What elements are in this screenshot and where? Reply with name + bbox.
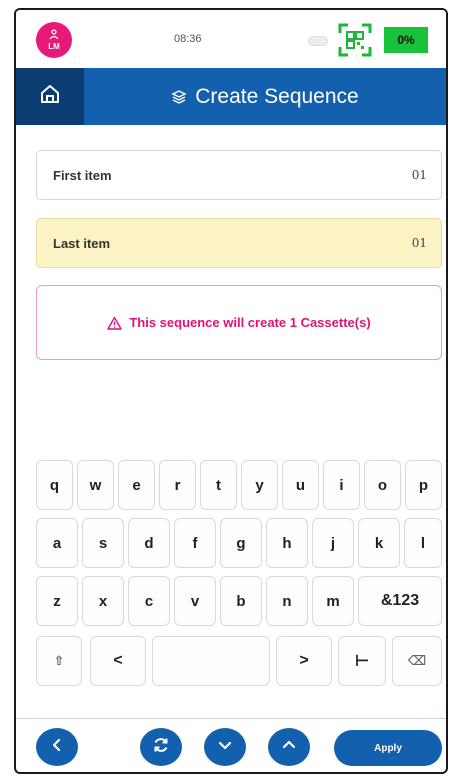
warning-triangle-icon <box>107 316 123 330</box>
cassette-alert: This sequence will create 1 Cassette(s) <box>36 285 442 360</box>
refresh-button[interactable] <box>140 728 182 766</box>
key-cursor-left[interactable]: < <box>90 636 146 686</box>
first-item-value: 01 <box>411 168 427 182</box>
key-h[interactable]: h <box>266 518 308 568</box>
title-bar: Create Sequence <box>16 68 446 125</box>
key-m[interactable]: m <box>312 576 354 626</box>
battery-indicator: 0% <box>384 27 428 53</box>
key-g[interactable]: g <box>220 518 262 568</box>
last-item-label: Last item <box>53 235 111 251</box>
key-tab[interactable]: ⊢ <box>338 636 386 686</box>
key-e[interactable]: e <box>118 460 155 510</box>
key-cursor-right[interactable]: > <box>276 636 332 686</box>
key-c[interactable]: c <box>128 576 170 626</box>
key-t[interactable]: t <box>200 460 237 510</box>
home-icon <box>39 83 61 110</box>
key-symbols[interactable]: &123 <box>358 576 442 626</box>
key-k[interactable]: k <box>358 518 400 568</box>
key-r[interactable]: r <box>159 460 196 510</box>
key-s[interactable]: s <box>82 518 124 568</box>
key-z[interactable]: z <box>36 576 78 626</box>
key-u[interactable]: u <box>282 460 319 510</box>
page-title-text: Create Sequence <box>195 84 359 108</box>
key-b[interactable]: b <box>220 576 262 626</box>
first-item-label: First item <box>53 167 112 183</box>
clock: 08:36 <box>174 33 202 45</box>
first-item-field[interactable]: First item 01 <box>36 150 442 200</box>
key-w[interactable]: w <box>77 460 114 510</box>
alert-message: This sequence will create 1 Cassette(s) <box>129 315 371 330</box>
key-p[interactable]: p <box>405 460 442 510</box>
qr-scan-icon[interactable] <box>338 23 372 57</box>
user-icon <box>49 29 59 42</box>
key-q[interactable]: q <box>36 460 73 510</box>
key-space[interactable] <box>152 636 270 686</box>
key-shift[interactable]: ⇧ <box>36 636 82 686</box>
key-y[interactable]: y <box>241 460 278 510</box>
key-l[interactable]: l <box>404 518 442 568</box>
page-title: Create Sequence <box>84 68 446 125</box>
key-backspace[interactable]: ⌫ <box>392 636 442 686</box>
key-x[interactable]: x <box>82 576 124 626</box>
key-v[interactable]: v <box>174 576 216 626</box>
apply-button[interactable]: Apply <box>334 730 442 766</box>
back-button[interactable] <box>36 728 78 766</box>
key-o[interactable]: o <box>364 460 401 510</box>
chevron-up-icon <box>282 738 296 757</box>
move-down-button[interactable] <box>204 728 246 766</box>
user-initials: LM <box>48 42 60 51</box>
key-f[interactable]: f <box>174 518 216 568</box>
home-button[interactable] <box>16 68 84 125</box>
bottom-divider <box>16 718 446 719</box>
layers-icon <box>171 89 187 105</box>
last-item-value: 01 <box>411 236 427 250</box>
last-item-field[interactable]: Last item 01 <box>36 218 442 268</box>
key-i[interactable]: i <box>323 460 360 510</box>
user-avatar[interactable]: LM <box>36 22 72 58</box>
key-a[interactable]: a <box>36 518 78 568</box>
status-bar: LM 08:36 0% <box>16 10 446 68</box>
connection-indicator <box>308 36 328 46</box>
chevron-down-icon <box>218 738 232 757</box>
refresh-icon <box>152 736 170 759</box>
move-up-button[interactable] <box>268 728 310 766</box>
chevron-left-icon <box>50 738 64 757</box>
key-j[interactable]: j <box>312 518 354 568</box>
key-d[interactable]: d <box>128 518 170 568</box>
key-n[interactable]: n <box>266 576 308 626</box>
device-screen: LM 08:36 0% Create Sequence First item 0… <box>14 8 448 774</box>
